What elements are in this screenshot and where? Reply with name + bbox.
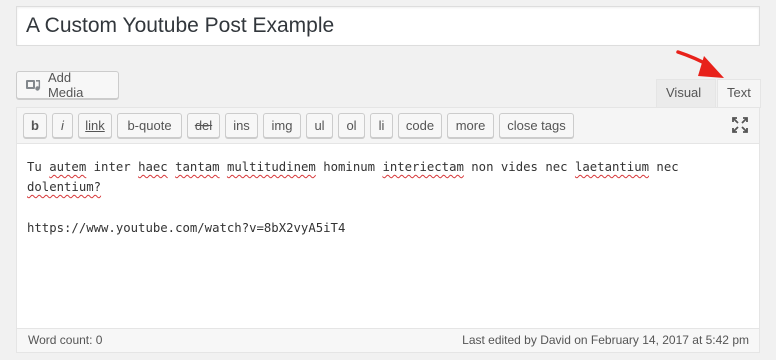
editor-textarea[interactable]: Tu autem inter haec tantam multitudinem … [27, 157, 749, 259]
misspelled-word: laetantium [574, 160, 650, 174]
word: inter [93, 160, 131, 174]
misspelled-word: haec [138, 160, 168, 174]
word: non [471, 160, 494, 174]
status-bar: Word count: 0 Last edited by David on Fe… [17, 328, 759, 352]
qt-img-button[interactable]: img [263, 113, 301, 138]
misspelled-word: autem [49, 160, 87, 174]
qt-bold-button[interactable]: b [23, 113, 47, 138]
misspelled-word: dolentium? [27, 180, 102, 194]
annotation-arrow-icon [676, 50, 724, 78]
qt-code-button[interactable]: code [398, 113, 442, 138]
misspelled-word: tantam [175, 160, 220, 174]
post-title-input[interactable]: A Custom Youtube Post Example [16, 6, 760, 46]
fullscreen-icon[interactable] [731, 116, 749, 134]
word: nec [545, 160, 568, 174]
word: hominum [323, 160, 376, 174]
word-count: Word count: 0 [28, 333, 103, 347]
qt-italic-button[interactable]: i [52, 113, 73, 138]
qt-del-button[interactable]: del [187, 113, 220, 138]
qt-close-tags-button[interactable]: close tags [499, 113, 574, 138]
qt-ins-button[interactable]: ins [225, 113, 258, 138]
qt-blockquote-button[interactable]: b-quote [117, 113, 182, 138]
word: Tu [27, 160, 42, 174]
editor-box: b i link b-quote del ins img ul ol li co… [16, 107, 760, 353]
content-line-1: Tu autem inter haec tantam multitudinem … [27, 157, 749, 197]
qt-ul-button[interactable]: ul [306, 113, 333, 138]
misspelled-word: multitudinem [226, 160, 316, 174]
quicktags-toolbar: b i link b-quote del ins img ul ol li co… [17, 108, 759, 144]
media-icon [25, 80, 41, 91]
last-edited-text: Last edited by David on February 14, 201… [462, 333, 749, 347]
qt-more-button[interactable]: more [447, 113, 494, 138]
word: vides [500, 160, 538, 174]
word: nec [656, 160, 679, 174]
qt-li-button[interactable]: li [370, 113, 393, 138]
qt-ol-button[interactable]: ol [338, 113, 365, 138]
add-media-button[interactable]: Add Media [16, 70, 119, 100]
qt-link-button[interactable]: link [78, 113, 112, 138]
add-media-label: Add Media [47, 70, 84, 100]
content-line-2: https://www.youtube.com/watch?v=8bX2vyA5… [27, 221, 346, 235]
misspelled-word: interiectam [382, 160, 464, 174]
